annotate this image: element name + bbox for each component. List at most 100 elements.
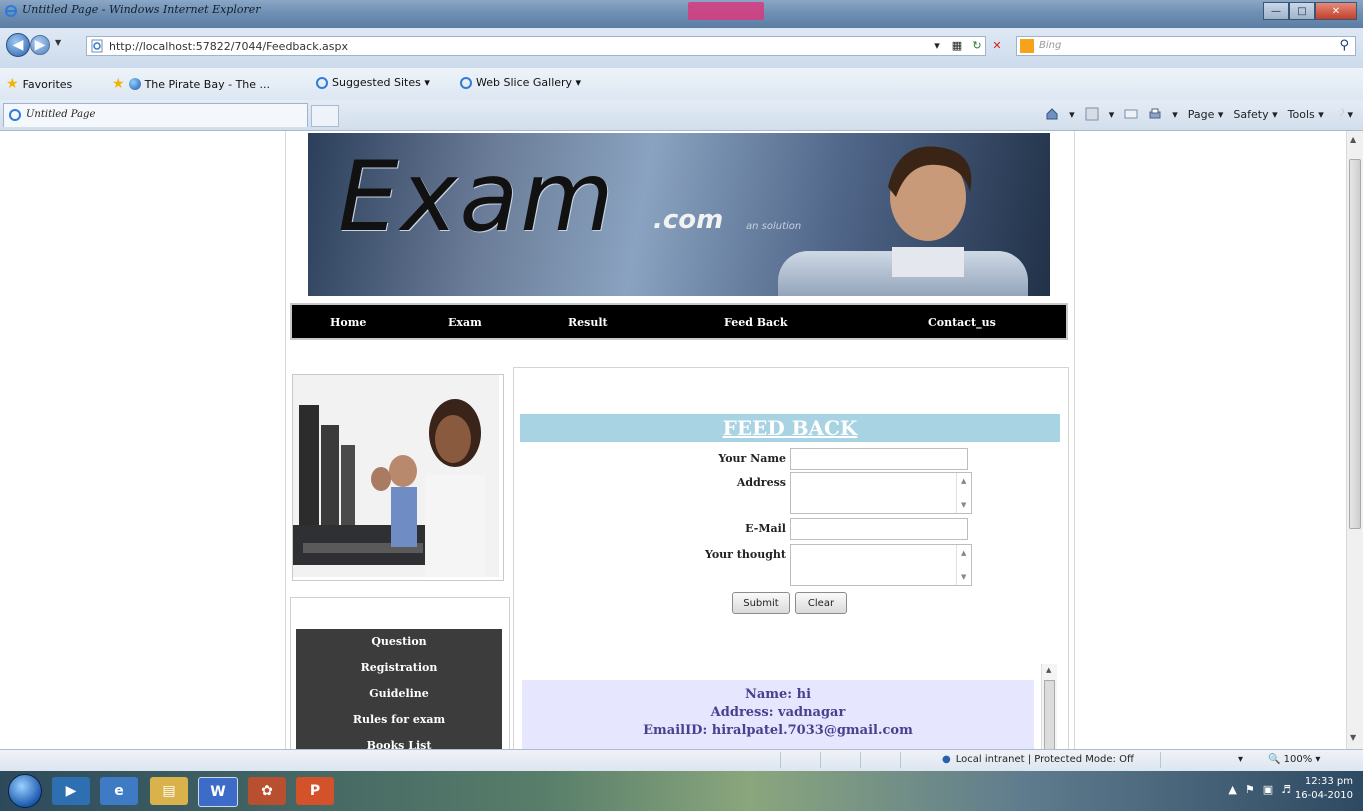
- command-bar: ▾ ▾ ▾ Page ▾ Safety ▾ Tools ▾ ❔▾: [1045, 107, 1353, 121]
- feeds-icon[interactable]: [1085, 107, 1099, 121]
- clear-button[interactable]: Clear: [795, 592, 847, 614]
- favorite-suggested-sites[interactable]: Suggested Sites ▾: [316, 76, 430, 89]
- nav-exam[interactable]: Exam: [448, 316, 482, 329]
- side-menu-guideline[interactable]: Guideline: [296, 681, 502, 707]
- powerpoint-icon[interactable]: P: [296, 777, 334, 805]
- safety-menu[interactable]: Safety ▾: [1233, 108, 1277, 121]
- clock[interactable]: 12:33 pm 16-04-2010: [1295, 775, 1353, 803]
- tray-expand-icon[interactable]: ▲: [1228, 783, 1236, 796]
- bing-icon: [1020, 39, 1034, 53]
- favorites-button[interactable]: ★ Favorites: [6, 76, 72, 92]
- intranet-icon: ●: [942, 754, 951, 765]
- feedback-heading: FEED BACK: [520, 414, 1060, 442]
- start-button[interactable]: [8, 774, 42, 808]
- action-center-icon[interactable]: ⚑: [1245, 783, 1255, 796]
- globe-icon: [128, 78, 141, 90]
- scroll-down-icon[interactable]: ▼: [961, 501, 966, 509]
- nav-result[interactable]: Result: [568, 316, 608, 329]
- page-viewport: Exam .com an solution Home Exam Result F…: [0, 131, 1346, 749]
- search-input[interactable]: Bing ⚲: [1016, 36, 1356, 56]
- site-tagline: an solution: [746, 221, 802, 232]
- tab-untitled-page[interactable]: Untitled Page: [3, 103, 308, 127]
- print-dropdown-icon[interactable]: ▾: [1172, 108, 1178, 121]
- address-field[interactable]: ▲ ▼: [790, 472, 972, 514]
- mail-icon[interactable]: [1124, 107, 1138, 121]
- scroll-up-icon[interactable]: ▲: [961, 549, 966, 557]
- status-divider: [820, 752, 821, 768]
- word-icon[interactable]: W: [198, 777, 238, 807]
- recent-pages-dropdown[interactable]: ▼: [55, 38, 61, 47]
- favorite-label: Suggested Sites ▾: [332, 76, 430, 89]
- status-divider: [900, 752, 901, 768]
- results-scrollbar[interactable]: ▲: [1041, 664, 1057, 749]
- scroll-down-icon[interactable]: ▼: [1350, 733, 1356, 742]
- dropdown-icon[interactable]: ▾: [930, 38, 944, 52]
- add-favorite-icon: ★: [112, 76, 125, 92]
- status-divider: [1160, 752, 1161, 768]
- refresh-icon[interactable]: ↻: [970, 38, 984, 52]
- submit-button[interactable]: Submit: [732, 592, 790, 614]
- results-scroll-thumb[interactable]: [1044, 680, 1055, 749]
- new-tab-button[interactable]: [311, 105, 339, 127]
- side-menu: Question Registration Guideline Rules fo…: [296, 629, 502, 749]
- maximize-button[interactable]: □: [1289, 2, 1315, 20]
- name-field[interactable]: [790, 448, 968, 470]
- side-menu-question[interactable]: Question: [296, 629, 502, 655]
- page-menu[interactable]: Page ▾: [1188, 108, 1224, 121]
- compatibility-view-icon[interactable]: ▦: [950, 38, 964, 52]
- protected-mode-icon[interactable]: ▾: [1238, 754, 1243, 765]
- scroll-up-icon[interactable]: ▲: [1350, 135, 1356, 144]
- address-tools: ▾ ▦ ↻ ✕: [930, 38, 1004, 52]
- media-center-icon[interactable]: ▶: [52, 777, 90, 805]
- tab-label: Untitled Page: [26, 109, 96, 120]
- favorite-web-slice-gallery[interactable]: Web Slice Gallery ▾: [460, 76, 581, 89]
- feeds-dropdown-icon[interactable]: ▾: [1109, 108, 1115, 121]
- minimize-button[interactable]: —: [1263, 2, 1289, 20]
- home-icon[interactable]: [1045, 107, 1059, 121]
- internet-explorer-icon[interactable]: e: [100, 777, 138, 805]
- security-zone[interactable]: ● Local intranet | Protected Mode: Off: [942, 754, 1134, 765]
- windows-explorer-icon[interactable]: ▤: [150, 777, 188, 805]
- result-name: Name: hi: [744, 687, 812, 702]
- paint-icon[interactable]: ✿: [248, 777, 286, 805]
- page-scroll-thumb[interactable]: [1349, 159, 1361, 529]
- scroll-down-icon[interactable]: ▼: [961, 573, 966, 581]
- site-container: Exam .com an solution Home Exam Result F…: [285, 131, 1075, 749]
- address-toolbar: ◀ ▶ ▼ http://localhost:57822/7044/Feedba…: [0, 28, 1363, 68]
- site-banner: Exam .com an solution: [308, 133, 1050, 296]
- nav-contact-us[interactable]: Contact_us: [928, 316, 996, 329]
- textarea-scrollbar[interactable]: ▲ ▼: [956, 545, 971, 585]
- tools-menu[interactable]: Tools ▾: [1288, 108, 1324, 121]
- network-icon[interactable]: ▣: [1263, 783, 1273, 796]
- nav-home[interactable]: Home: [330, 316, 366, 329]
- favorite-pirate-bay[interactable]: ★ The Pirate Bay - The ...: [112, 76, 270, 92]
- thought-field[interactable]: ▲ ▼: [790, 544, 972, 586]
- windows-taskbar: ▶ e ▤ W ✿ P ▲ ⚑ ▣ ♬ 12:33 pm 16-04-2010: [0, 771, 1363, 811]
- print-icon[interactable]: [1148, 107, 1162, 121]
- scroll-up-icon[interactable]: ▲: [961, 477, 966, 485]
- search-icon[interactable]: ⚲: [1339, 38, 1349, 53]
- side-menu-registration[interactable]: Registration: [296, 655, 502, 681]
- side-menu-rules-for-exam[interactable]: Rules for exam: [296, 707, 502, 733]
- textarea-scrollbar[interactable]: ▲ ▼: [956, 473, 971, 513]
- forward-button[interactable]: ▶: [30, 35, 50, 55]
- stop-icon[interactable]: ✕: [990, 38, 1004, 52]
- address-field[interactable]: http://localhost:57822/7044/Feedback.asp…: [86, 36, 986, 56]
- nav-feed-back[interactable]: Feed Back: [724, 316, 787, 329]
- zoom-icon: 🔍: [1268, 754, 1281, 765]
- zoom-control[interactable]: 🔍 100% ▾: [1268, 754, 1320, 765]
- scroll-up-icon[interactable]: ▲: [1046, 666, 1051, 674]
- tab-bar: Untitled Page ▾ ▾ ▾ Page ▾ Safety ▾ Tool…: [0, 100, 1363, 131]
- email-field[interactable]: [790, 518, 968, 540]
- back-button[interactable]: ◀: [6, 33, 30, 57]
- close-button[interactable]: ✕: [1315, 2, 1357, 20]
- home-dropdown-icon[interactable]: ▾: [1069, 108, 1075, 121]
- students-photo: [292, 374, 504, 581]
- side-menu-books-list[interactable]: Books List: [296, 733, 502, 749]
- page-scrollbar[interactable]: ▲ ▼: [1346, 131, 1363, 749]
- security-zone-text: Local intranet | Protected Mode: Off: [955, 754, 1134, 765]
- volume-icon[interactable]: ♬: [1281, 783, 1291, 796]
- help-menu[interactable]: ❔▾: [1334, 108, 1353, 121]
- name-label: Your Name: [718, 452, 786, 465]
- buttons-row: Submit Clear: [514, 592, 1070, 616]
